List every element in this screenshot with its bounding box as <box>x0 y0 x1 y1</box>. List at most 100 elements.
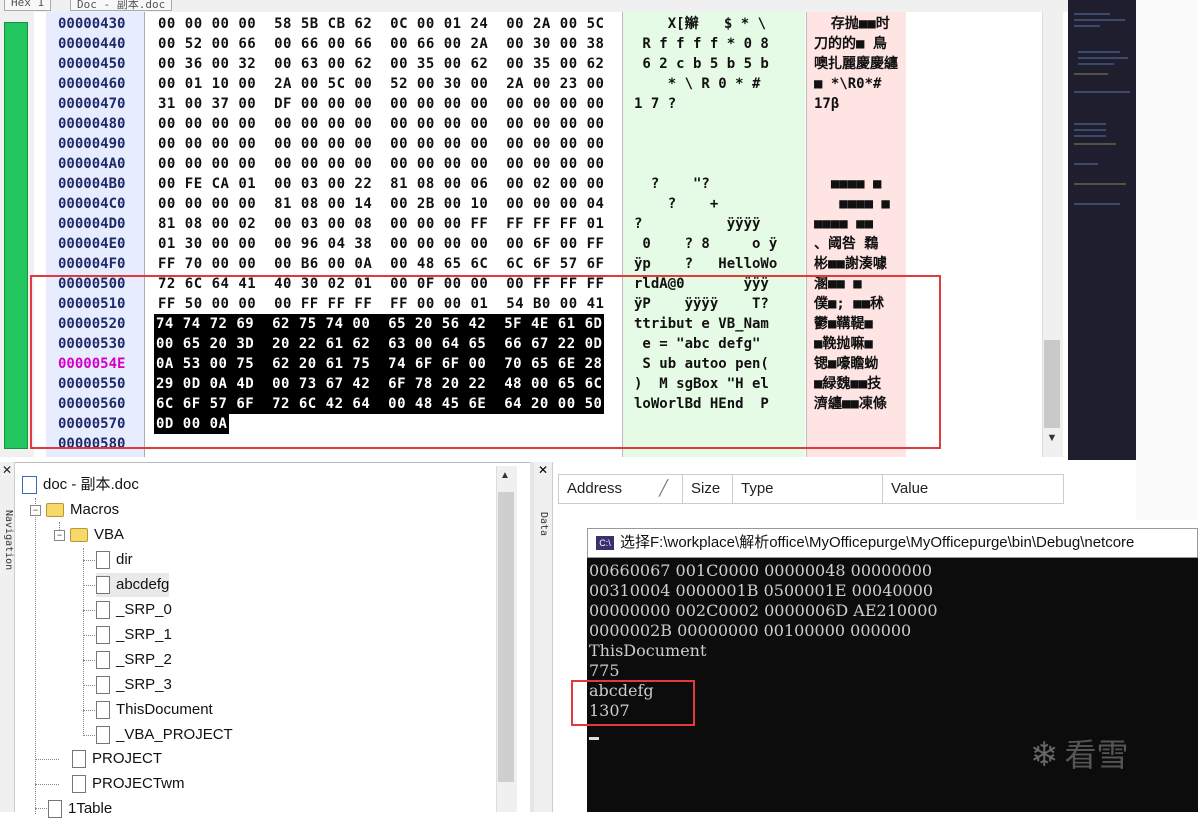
navigator-scroll-thumb[interactable] <box>498 492 514 782</box>
tab-hex[interactable]: Hex 1 <box>4 0 52 11</box>
tree-item-srp2[interactable]: _SRP_2 <box>96 648 172 672</box>
stream-icon <box>96 601 110 620</box>
hex-row-address[interactable]: 000004B0 <box>58 174 125 194</box>
column-type[interactable]: Type <box>733 475 883 503</box>
hex-row-bytes[interactable]: 00 00 00 00 00 00 00 00 00 00 00 00 00 0… <box>158 134 604 154</box>
tree-item-srp0[interactable]: _SRP_0 <box>96 598 172 622</box>
console-line: 00000000 002C0002 0000006D AE210000 <box>589 601 938 620</box>
tree-item-project[interactable]: PROJECT <box>72 747 162 771</box>
hex-row-address[interactable]: 000004E0 <box>58 234 125 254</box>
hex-row-bytes[interactable]: 01 30 00 00 00 96 04 38 00 00 00 00 00 6… <box>158 234 604 254</box>
console-title-text: 选择F:\workplace\解析office\MyOfficepurge\My… <box>620 534 1135 551</box>
tab-doc[interactable]: Doc - 副本.doc <box>70 0 173 11</box>
hex-row-bytes[interactable]: 31 00 37 00 DF 00 00 00 00 00 00 00 00 0… <box>158 94 604 114</box>
hex-row-bytes[interactable]: 00 01 10 00 2A 00 5C 00 52 00 30 00 2A 0… <box>158 74 604 94</box>
hex-row-unicode[interactable]: ■■■■ ■ <box>814 194 890 214</box>
scroll-up-icon[interactable]: ▲ <box>500 470 510 481</box>
side-panel-blank <box>1136 0 1198 520</box>
hex-row-unicode[interactable]: 存抛■■时 <box>814 14 890 34</box>
hex-row-unicode[interactable]: 噢扎麗慶慶纏 <box>814 54 898 74</box>
hex-row-address[interactable]: 00000450 <box>58 54 125 74</box>
hex-row-ascii[interactable]: * \ R 0 * # <box>634 74 761 94</box>
hex-row-bytes[interactable]: 00 00 00 00 81 08 00 14 00 2B 00 10 00 0… <box>158 194 604 214</box>
hex-row-ascii[interactable]: R f f f f * 0 8 <box>634 34 768 54</box>
tree-item-srp3[interactable]: _SRP_3 <box>96 673 172 697</box>
hex-scroll-thumb[interactable] <box>1044 340 1060 428</box>
hex-row-address[interactable]: 000004F0 <box>58 254 125 274</box>
console-line: 775 <box>589 661 620 680</box>
hex-row-unicode[interactable]: ■■■■ ■■ <box>814 214 873 234</box>
navigator-label: Navigation <box>3 510 14 571</box>
stream-icon <box>96 576 110 595</box>
expand-vba-icon[interactable]: − <box>54 530 65 541</box>
console-line: ThisDocument <box>589 641 707 660</box>
hex-row-address[interactable]: 00000470 <box>58 94 125 114</box>
hex-row-ascii[interactable]: ? ÿÿÿÿ <box>634 214 760 234</box>
hex-row-unicode[interactable]: ■■■■ ■ <box>814 174 882 194</box>
hex-row-address[interactable]: 00000490 <box>58 134 125 154</box>
hex-row-address[interactable]: 000004C0 <box>58 194 125 214</box>
watermark: ❄ 看雪 <box>1030 736 1129 774</box>
scroll-down-icon[interactable]: ▼ <box>1044 432 1060 450</box>
hex-row-bytes[interactable]: 00 00 00 00 58 5B CB 62 0C 00 01 24 00 2… <box>158 14 604 34</box>
stream-icon <box>48 800 62 819</box>
tree-item-thisdocument[interactable]: ThisDocument <box>96 698 213 722</box>
column-sort-icon: ╱ <box>659 480 669 497</box>
stream-icon <box>96 726 110 745</box>
hex-row-bytes[interactable]: 81 08 00 02 00 03 00 08 00 00 00 FF FF F… <box>158 214 604 234</box>
tree-item-dir[interactable]: dir <box>96 548 133 572</box>
hex-highlight-box <box>30 275 941 449</box>
hex-row-unicode[interactable]: 刀的的■ 鳥 <box>814 34 887 54</box>
tree-item-abcdefg[interactable]: abcdefg <box>96 573 170 597</box>
stream-icon <box>72 775 86 794</box>
column-size[interactable]: Size <box>683 475 733 503</box>
hex-row-bytes[interactable]: 00 36 00 32 00 63 00 62 00 35 00 62 00 3… <box>158 54 604 74</box>
close-icon[interactable]: ✕ <box>0 463 14 477</box>
hex-row-bytes[interactable]: 00 00 00 00 00 00 00 00 00 00 00 00 00 0… <box>158 154 604 174</box>
hex-row-unicode[interactable]: 17β <box>814 94 839 114</box>
hex-row-ascii[interactable]: X[辮 $ * \ <box>634 14 766 34</box>
stream-icon <box>96 701 110 720</box>
hex-row-address[interactable]: 00000480 <box>58 114 125 134</box>
hex-row-bytes[interactable]: 00 00 00 00 00 00 00 00 00 00 00 00 00 0… <box>158 114 604 134</box>
side-code-preview <box>1074 13 1130 205</box>
hex-row-bytes[interactable]: 00 FE CA 01 00 03 00 22 81 08 00 06 00 0… <box>158 174 604 194</box>
close-icon[interactable]: ✕ <box>536 463 550 477</box>
tree-root[interactable]: doc - 副本.doc <box>22 473 139 497</box>
console-line: 00310004 0000001B 0500001E 00040000 <box>589 581 934 600</box>
hex-row-unicode[interactable]: 彬■■謝湊噱 <box>814 254 887 274</box>
tree-item-macros[interactable]: Macros <box>46 498 119 522</box>
hex-row-bytes[interactable]: FF 70 00 00 00 B6 00 0A 00 48 65 6C 6C 6… <box>158 254 604 274</box>
expand-macros-icon[interactable]: − <box>30 505 41 516</box>
hex-row-ascii[interactable]: ? + <box>634 194 719 214</box>
tree-item-vba-project[interactable]: _VBA_PROJECT <box>96 723 233 747</box>
tree-item-srp1[interactable]: _SRP_1 <box>96 623 172 647</box>
stream-icon <box>72 750 86 769</box>
console-cursor <box>589 737 599 740</box>
document-icon <box>22 476 37 495</box>
hex-row-ascii[interactable]: 1 7 ? <box>634 94 676 114</box>
hex-row-ascii[interactable]: ? "? <box>634 174 710 194</box>
column-value[interactable]: Value <box>883 475 1063 503</box>
hex-position-bar[interactable] <box>4 22 28 449</box>
hex-row-unicode[interactable]: 、阈咎 鶔 <box>814 234 878 254</box>
hex-row-ascii[interactable]: 6 2 c b 5 b 5 b <box>634 54 768 74</box>
stream-icon <box>96 626 110 645</box>
hex-row-bytes[interactable]: 00 52 00 66 00 66 00 66 00 66 00 2A 00 3… <box>158 34 604 54</box>
tree-item-1table[interactable]: 1Table <box>48 797 112 821</box>
hex-row-address[interactable]: 00000430 <box>58 14 125 34</box>
hex-row-address[interactable]: 000004A0 <box>58 154 125 174</box>
tree-item-vba[interactable]: VBA <box>70 523 124 547</box>
hex-row-address[interactable]: 00000440 <box>58 34 125 54</box>
snowflake-icon: ❄ <box>1030 736 1059 774</box>
hex-row-address[interactable]: 000004D0 <box>58 214 125 234</box>
hex-row-address[interactable]: 00000460 <box>58 74 125 94</box>
stream-icon <box>96 551 110 570</box>
console-line: 00660067 001C0000 00000048 00000000 <box>589 561 933 580</box>
console-titlebar[interactable]: C:\ 选择F:\workplace\解析office\MyOfficepurge… <box>587 528 1198 558</box>
hex-row-unicode[interactable]: ■ *\R0*# <box>814 74 881 94</box>
hex-row-ascii[interactable]: 0 ? 8 o ÿ <box>634 234 777 254</box>
hex-row-ascii[interactable]: ÿp ? HelloWo <box>634 254 777 274</box>
folder-icon <box>46 503 64 518</box>
tree-item-projectwm[interactable]: PROJECTwm <box>72 772 185 796</box>
